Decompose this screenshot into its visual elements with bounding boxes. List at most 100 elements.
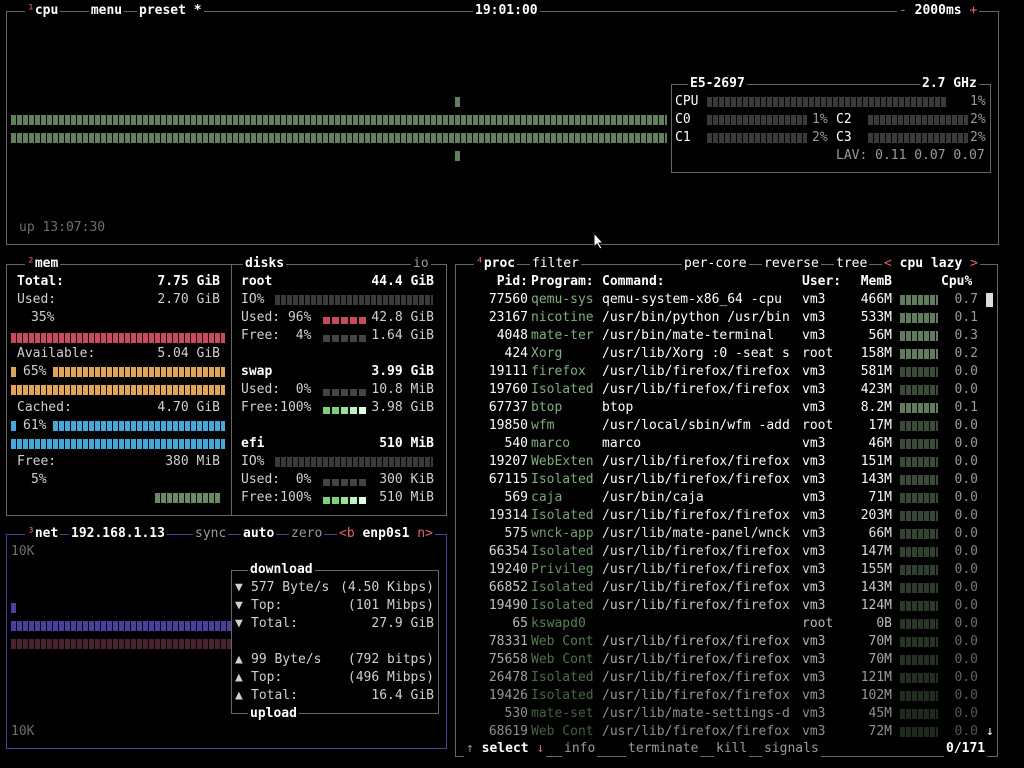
table-row[interactable]: 75658 Web Cont/usr/lib/firefox/firefox vm3… [456,651,997,669]
col-command[interactable]: Command: [602,273,665,291]
menu-button[interactable]: mmenu [89,3,125,19]
proc-cpu-cell: 0.0 [954,544,978,559]
col-cpu[interactable]: Cpu% [941,273,972,291]
table-row[interactable]: 23167 nicotine/usr/bin/python /usr/bin vm3… [456,309,997,327]
io-toggle[interactable]: io [411,256,431,272]
proc-per-core-toggle[interactable]: per-core [682,256,749,272]
disk-efi-size: 510 MiB [379,436,434,451]
col-mem[interactable]: MemB [856,273,892,291]
signals-button[interactable]: signals [762,741,821,757]
proc-command-cell: qemu-system-x86_64 -cpu [602,292,783,307]
net-next-interface-button[interactable]: n> [417,526,433,541]
scroll-down-icon[interactable]: ↓ [986,723,994,741]
select-up-icon[interactable]: ↑ [466,741,474,756]
proc-cpu-cell: 0.0 [954,472,978,487]
proc-mem-cell: 121M [860,670,892,685]
proc-reverse-toggle[interactable]: reverse [762,256,821,272]
cpu-tab[interactable]: ¹cpu [25,3,61,19]
interval-increase-button[interactable]: + [969,3,977,18]
table-row[interactable]: 66852 Isolated/usr/lib/firefox/firefox vm3… [456,579,997,597]
cpu-title: cpu [34,3,59,18]
proc-pid-cell: 19314 [488,508,528,523]
net-prev-interface-button[interactable]: <b [339,526,355,541]
kill-button[interactable]: kill [714,741,750,757]
proc-command-cell: /usr/lib/firefox/firefox [602,688,790,703]
proc-user-cell: vm3 [802,526,826,541]
col-program[interactable]: Program: [531,273,594,291]
proc-scrollbar[interactable] [986,291,993,737]
proc-cpu-graph [900,583,938,593]
proc-mem-cell: 533M [860,310,892,325]
table-row[interactable]: 65 kswapd0 root 0B 0.0 [456,615,997,633]
core-1-percent: 2% [812,130,828,145]
table-row[interactable]: 67737 btop btop vm3 8.2M 0.1 [456,399,997,417]
col-user[interactable]: User: [802,273,841,291]
proc-program-cell: caja [531,490,563,505]
table-row[interactable]: 569 caja/usr/bin/caja vm3 71M 0.0 [456,489,997,507]
table-row[interactable]: 67115 Isolated/usr/lib/firefox/firefox vm3… [456,471,997,489]
net-auto-toggle[interactable]: auto [241,526,277,542]
info-button[interactable]: info [562,741,598,757]
core-2-label: C2 [836,112,852,127]
proc-program-cell: qemu-sys [531,292,594,307]
table-row[interactable]: 68619 Web Cont/usr/lib/firefox/firefox vm3… [456,723,997,741]
proc-cpu-cell: 0.0 [954,418,978,433]
terminate-button[interactable]: terminate [626,741,701,757]
table-row[interactable]: 19426 Isolated/usr/lib/firefox/firefox vm3… [456,687,997,705]
sort-next-button[interactable]: > [970,256,978,271]
proc-cpu-graph [900,457,938,467]
proc-mem-cell: 8.2M [860,400,892,415]
proc-pid-cell: 19207 [488,454,528,469]
table-row[interactable]: 19207 WebExten/usr/lib/firefox/firefox vm3… [456,453,997,471]
proc-cpu-graph [900,439,938,449]
table-row[interactable]: 530 mate-set/usr/lib/mate-settings-d vm3 45… [456,705,997,723]
table-row[interactable]: 19760 Isolated/usr/lib/firefox/firefox vm3… [456,381,997,399]
mem-tab[interactable]: ²mem [25,256,61,272]
mem-box: ²mem disks io Total: 7.75 GiB Used: 2.70… [6,256,447,516]
proc-scrollbar-thumb[interactable] [986,293,993,307]
table-row[interactable]: 19314 Isolated/usr/lib/firefox/firefox vm3… [456,507,997,525]
proc-program-cell: Isolated [531,670,594,685]
interval-decrease-button[interactable]: - [899,3,907,18]
preset-button[interactable]: preset * [137,3,204,19]
proc-mem-cell: 423M [860,382,892,397]
proc-command-cell: /usr/lib/firefox/firefox [602,544,790,559]
table-row[interactable]: 66354 Isolated/usr/lib/firefox/firefox vm3… [456,543,997,561]
table-row[interactable]: 19111 firefox/usr/lib/firefox/firefox vm3 5… [456,363,997,381]
proc-tree-toggle[interactable]: tree [834,256,870,272]
table-row[interactable]: 4048 mate-ter/usr/bin/mate-terminal vm3 56M… [456,327,997,345]
core-2-percent: 2% [970,112,986,127]
col-pid[interactable]: Pid: [486,273,528,291]
table-row[interactable]: 575 wnck-app/usr/lib/mate-panel/wnck vm3 66… [456,525,997,543]
proc-filter-button[interactable]: filter [530,256,581,272]
table-row[interactable]: 78331 Web Cont/usr/lib/firefox/firefox vm3… [456,633,997,651]
upload-top-label: Top: [251,670,283,685]
table-row[interactable]: 26478 Isolated/usr/lib/firefox/firefox vm3… [456,669,997,687]
proc-user-cell: vm3 [802,364,826,379]
table-row[interactable]: 77560 qemu-sys qemu-system-x86_64 -cpu vm3 4… [456,291,997,309]
proc-cpu-graph [900,601,938,611]
proc-user-cell: vm3 [802,598,826,613]
select-down-icon[interactable]: ↓ [536,741,544,756]
proc-mem-cell: 70M [868,652,892,667]
proc-tab[interactable]: ⁴proc [474,256,518,272]
net-sync-toggle[interactable]: sync [193,526,229,542]
proc-pid-cell: 540 [504,436,528,451]
sort-prev-button[interactable]: < [884,256,892,271]
table-row[interactable]: 19490 Isolated/usr/lib/firefox/firefox vm3… [456,597,997,615]
table-row[interactable]: 19240 Privileg/usr/lib/firefox/firefox vm3… [456,561,997,579]
proc-user-cell: vm3 [802,310,826,325]
proc-command-cell: marco [602,436,642,451]
table-row[interactable]: 424 Xorg/usr/lib/Xorg :0 -seat s root 158M 0… [456,345,997,363]
mem-available-label: Available: [17,346,96,361]
proc-cpu-cell: 0.0 [954,652,978,667]
net-zero-toggle[interactable]: zero [289,526,325,542]
disks-tab[interactable]: disks [243,256,287,272]
mem-used-value: 2.70 GiB [157,292,220,307]
upload-rate-bits: (792 bitps) [347,652,434,667]
net-tab[interactable]: ³net [25,526,61,542]
table-row[interactable]: 540 marco marco vm3 46M 0.0 [456,435,997,453]
table-row[interactable]: 19850 wfm/usr/local/sbin/wfm -add root 17M 0… [456,417,997,435]
proc-box: ⁴proc filter per-core reverse tree < cpu… [455,256,998,757]
upload-total-arrow-icon: ▲ [235,688,243,703]
